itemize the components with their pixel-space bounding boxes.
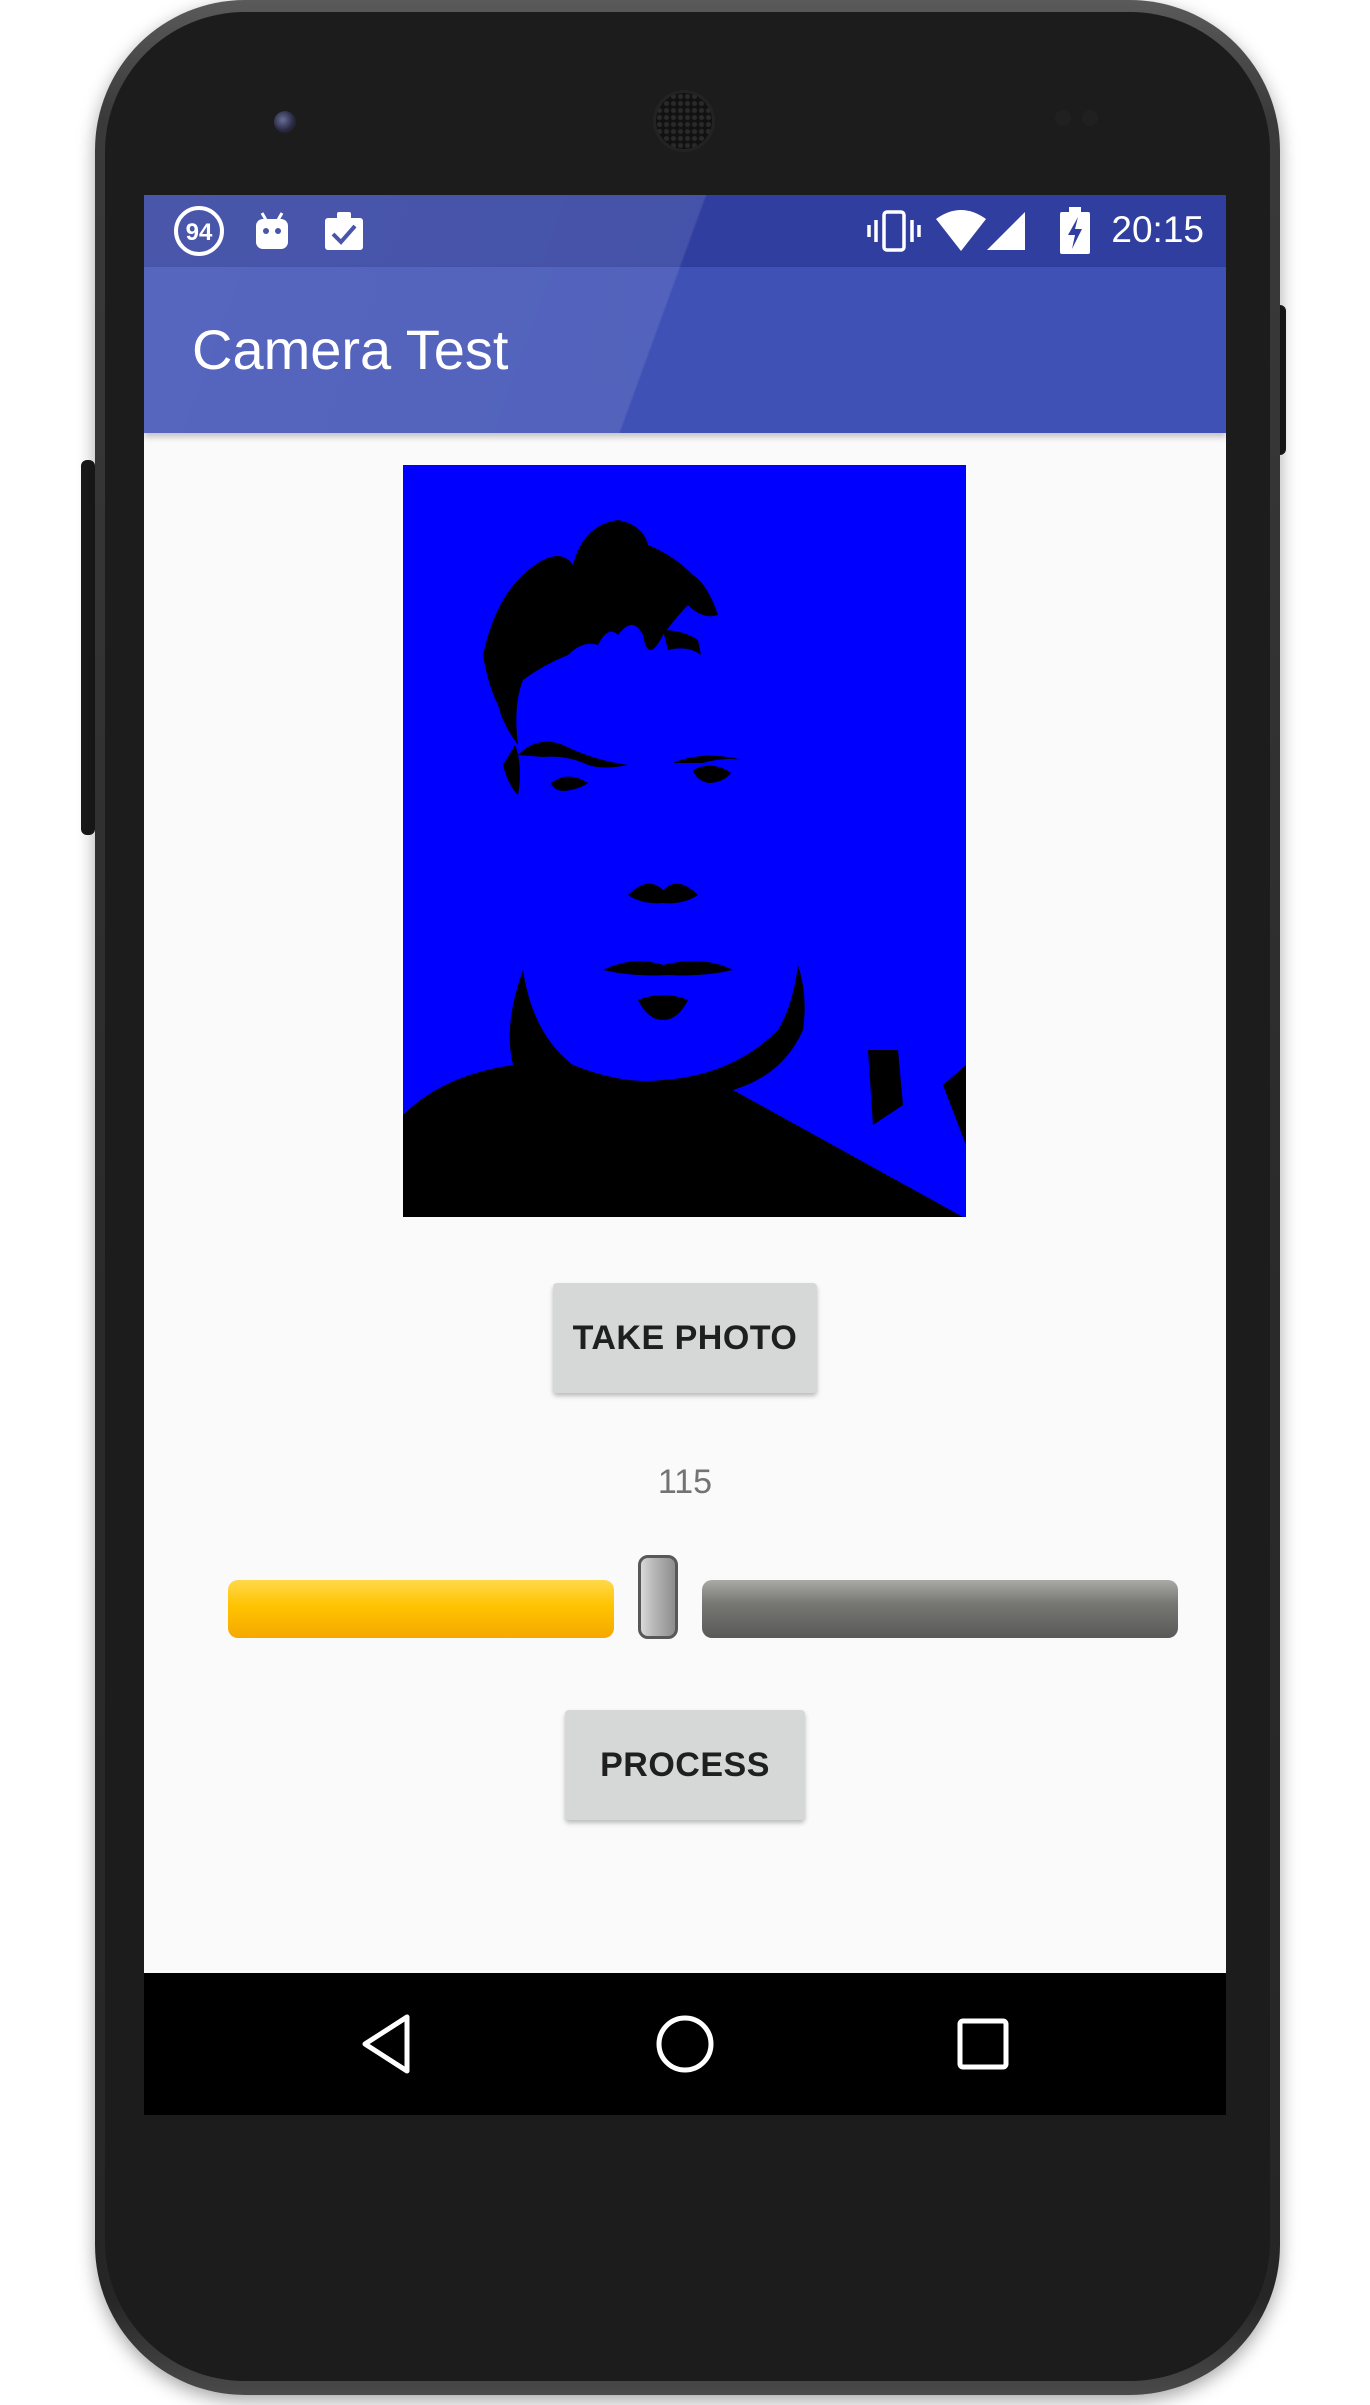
threshold-slider[interactable] [228,1555,1178,1645]
processed-photo [403,465,966,1217]
signal-icon [984,205,1028,257]
front-camera-icon [274,111,296,133]
recents-icon[interactable] [940,2001,1026,2087]
screen: 94 20:15 Camera Test TAKE PHOTO 115 PROC… [144,195,1226,2115]
volume-button [81,460,95,835]
wifi-icon [934,205,988,257]
threshold-value: 115 [657,1463,713,1501]
slider-track-filled [228,1580,614,1638]
back-icon[interactable] [344,2001,430,2087]
battery-charging-icon [1058,205,1092,257]
slider-track-remaining [702,1580,1178,1638]
notification-badge-text: 94 [186,219,213,246]
notification-94-icon: 94 [172,205,226,257]
clipboard-check-icon [320,205,368,257]
light-sensor [1082,110,1098,126]
earpiece-speaker [656,93,712,149]
android-icon [250,205,294,257]
home-icon[interactable] [642,2001,728,2087]
take-photo-button[interactable]: TAKE PHOTO [553,1283,817,1393]
app-bar: Camera Test [144,267,1226,433]
vibrate-icon [864,205,924,257]
process-button[interactable]: PROCESS [565,1710,805,1820]
status-time: 20:15 [1111,209,1204,250]
navigation-bar [144,1973,1226,2115]
threshold-face-image [403,465,966,1217]
app-title: Camera Test [192,318,509,381]
slider-thumb[interactable] [638,1555,678,1639]
proximity-sensor [1055,110,1071,126]
status-bar: 94 20:15 [144,195,1226,267]
